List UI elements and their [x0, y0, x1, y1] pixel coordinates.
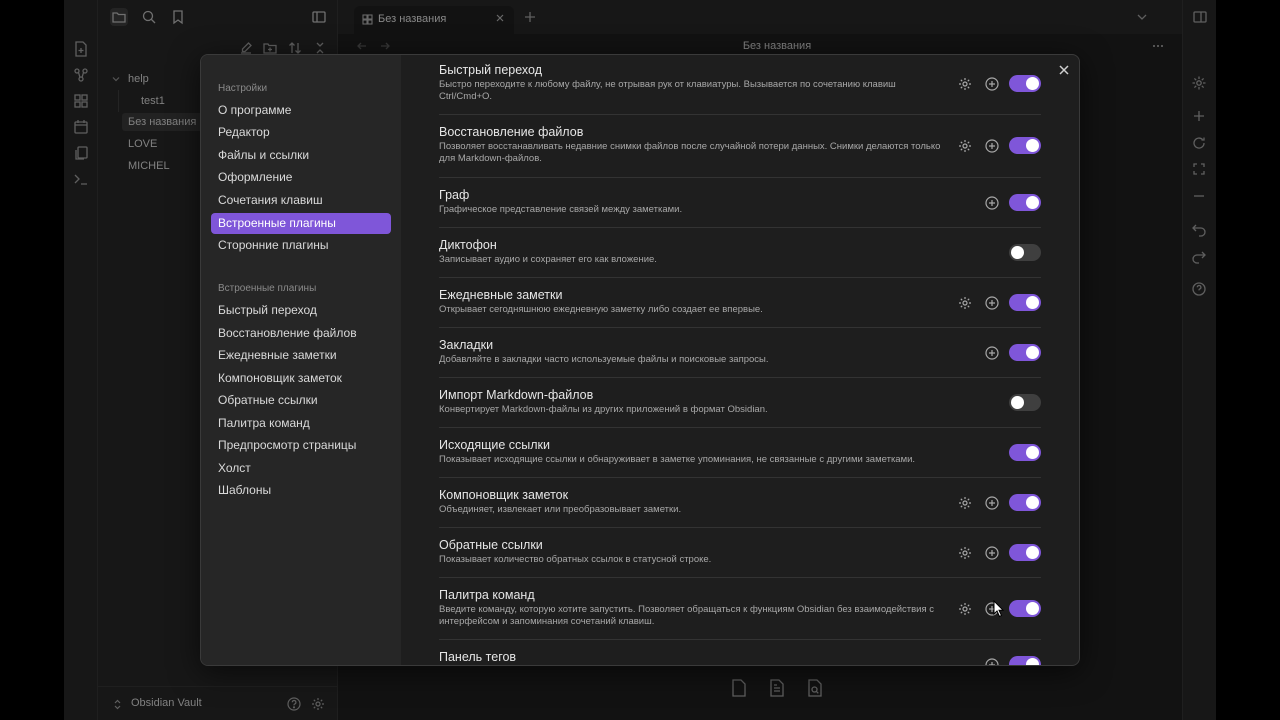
toggle-knob: [1026, 139, 1039, 152]
toggle-knob: [1026, 77, 1039, 90]
nav-plugin-page-preview[interactable]: Предпросмотр страницы: [211, 435, 391, 456]
nav-plugin-daily-notes[interactable]: Ежедневные заметки: [211, 345, 391, 366]
settings-nav-heading: Настройки: [218, 83, 268, 94]
add-hotkey-plus-icon[interactable]: [985, 496, 999, 510]
plugin-toggle[interactable]: [1009, 244, 1041, 261]
plugin-settings-gear-icon[interactable]: [958, 496, 972, 510]
plugin-title: Панель тегов: [439, 650, 517, 664]
plugins-list: Быстрый переход Быстро переходите к любо…: [439, 55, 1041, 666]
nav-plugin-command-palette[interactable]: Палитра команд: [211, 413, 391, 434]
close-modal-icon[interactable]: [1057, 63, 1071, 77]
plugin-title: Диктофон: [439, 238, 497, 252]
plugin-row-quick-switcher: Быстрый переход Быстро переходите к любо…: [439, 63, 1041, 115]
toggle-knob: [1026, 196, 1039, 209]
add-hotkey-plus-icon[interactable]: [985, 196, 999, 210]
plugin-toggle[interactable]: [1009, 544, 1041, 561]
plugin-toggle[interactable]: [1009, 294, 1041, 311]
plugin-toggle[interactable]: [1009, 494, 1041, 511]
plugin-toggle[interactable]: [1009, 394, 1041, 411]
plugin-description: Позволяет восстанавливать недавние снимк…: [439, 141, 941, 164]
add-hotkey-plus-icon[interactable]: [985, 296, 999, 310]
add-hotkey-plus-icon[interactable]: [985, 139, 999, 153]
settings-nav: Настройки О программе Редактор Файлы и с…: [201, 55, 401, 665]
plugin-settings-gear-icon[interactable]: [958, 77, 972, 91]
plugin-toggle[interactable]: [1009, 194, 1041, 211]
plugin-title: Граф: [439, 188, 470, 202]
nav-plugin-canvas[interactable]: Холст: [211, 458, 391, 479]
plugin-description: Конвертирует Markdown-файлы из других пр…: [439, 404, 768, 415]
plugin-description: Графическое представление связей между з…: [439, 204, 683, 215]
plugin-title: Обратные ссылки: [439, 538, 543, 552]
plugin-row-outgoing-links: Исходящие ссылки Показывает исходящие сс…: [439, 438, 1041, 478]
nav-plugin-backlinks[interactable]: Обратные ссылки: [211, 390, 391, 411]
plugin-title: Импорт Markdown-файлов: [439, 388, 594, 402]
plugin-row-backlinks: Обратные ссылки Показывает количество об…: [439, 538, 1041, 578]
nav-item-editor[interactable]: Редактор: [211, 122, 391, 143]
toggle-knob: [1011, 246, 1024, 259]
toggle-knob: [1011, 396, 1024, 409]
plugin-description: Показывает исходящие ссылки и обнаружива…: [439, 454, 916, 465]
plugin-row-file-recovery: Восстановление файлов Позволяет восстана…: [439, 125, 1041, 178]
plugin-description: Быстро переходите к любому файлу, не отр…: [439, 79, 896, 102]
plugin-row-command-palette: Палитра команд Введите команду, которую …: [439, 588, 1041, 640]
plugin-title: Ежедневные заметки: [439, 288, 563, 302]
plugin-settings-gear-icon[interactable]: [958, 602, 972, 616]
nav-plugin-file-recovery[interactable]: Восстановление файлов: [211, 323, 391, 344]
plugin-settings-gear-icon[interactable]: [958, 546, 972, 560]
plugin-row-bookmarks: Закладки Добавляйте в закладки часто исп…: [439, 338, 1041, 378]
plugin-title: Компоновщик заметок: [439, 488, 569, 502]
settings-modal: Настройки О программе Редактор Файлы и с…: [200, 54, 1080, 666]
plugin-toggle[interactable]: [1009, 137, 1041, 154]
plugin-title: Восстановление файлов: [439, 125, 584, 139]
nav-item-core-plugins[interactable]: Встроенные плагины: [211, 213, 391, 234]
toggle-knob: [1026, 296, 1039, 309]
toggle-knob: [1026, 658, 1039, 665]
plugin-description: Введите команду, которую хотите запустит…: [439, 604, 935, 627]
plugin-title: Палитра команд: [439, 588, 535, 602]
plugin-title: Быстрый переход: [439, 63, 542, 77]
plugin-toggle[interactable]: [1009, 75, 1041, 92]
add-hotkey-plus-icon[interactable]: [985, 546, 999, 560]
plugin-toggle[interactable]: [1009, 344, 1041, 361]
plugin-toggle[interactable]: [1009, 600, 1041, 617]
toggle-knob: [1026, 346, 1039, 359]
nav-item-about[interactable]: О программе: [211, 100, 391, 121]
nav-plugin-quick-switcher[interactable]: Быстрый переход: [211, 300, 391, 321]
plugin-description: Открывает сегодняшнюю ежедневную заметку…: [439, 304, 763, 315]
plugin-description: Объединяет, извлекает или преобразовывае…: [439, 504, 682, 515]
nav-item-files-links[interactable]: Файлы и ссылки: [211, 145, 391, 166]
plugin-toggle[interactable]: [1009, 444, 1041, 461]
mouse-cursor-icon: [993, 600, 1005, 618]
plugin-row-note-composer: Компоновщик заметок Объединяет, извлекае…: [439, 488, 1041, 528]
toggle-knob: [1026, 496, 1039, 509]
plugin-row-markdown-importer: Импорт Markdown-файлов Конвертирует Mark…: [439, 388, 1041, 428]
nav-item-hotkeys[interactable]: Сочетания клавиш: [211, 190, 391, 211]
add-hotkey-plus-icon[interactable]: [985, 77, 999, 91]
toggle-knob: [1026, 602, 1039, 615]
add-hotkey-plus-icon[interactable]: [985, 658, 999, 666]
plugin-row-graph: Граф Графическое представление связей ме…: [439, 188, 1041, 228]
plugins-nav-heading: Встроенные плагины: [218, 283, 317, 294]
plugin-row-daily-notes: Ежедневные заметки Открывает сегодняшнюю…: [439, 288, 1041, 328]
toggle-knob: [1026, 446, 1039, 459]
plugin-title: Исходящие ссылки: [439, 438, 551, 452]
plugin-description: Добавляйте в закладки часто используемые…: [439, 354, 769, 365]
plugin-settings-gear-icon[interactable]: [958, 139, 972, 153]
plugin-toggle[interactable]: [1009, 656, 1041, 665]
plugin-description: Показывает количество обратных ссылок в …: [439, 554, 712, 565]
add-hotkey-plus-icon[interactable]: [985, 346, 999, 360]
toggle-knob: [1026, 546, 1039, 559]
nav-plugin-note-composer[interactable]: Компоновщик заметок: [211, 368, 391, 389]
plugin-row-audio-recorder: Диктофон Записывает аудио и сохраняет ег…: [439, 238, 1041, 278]
plugin-title: Закладки: [439, 338, 494, 352]
nav-item-appearance[interactable]: Оформление: [211, 167, 391, 188]
nav-plugin-templates[interactable]: Шаблоны: [211, 480, 391, 501]
plugin-settings-gear-icon[interactable]: [958, 296, 972, 310]
nav-item-community-plugins[interactable]: Сторонние плагины: [211, 235, 391, 256]
plugin-row-tags-pane: Панель тегов: [439, 650, 1041, 666]
plugin-description: Записывает аудио и сохраняет его как вло…: [439, 254, 657, 265]
